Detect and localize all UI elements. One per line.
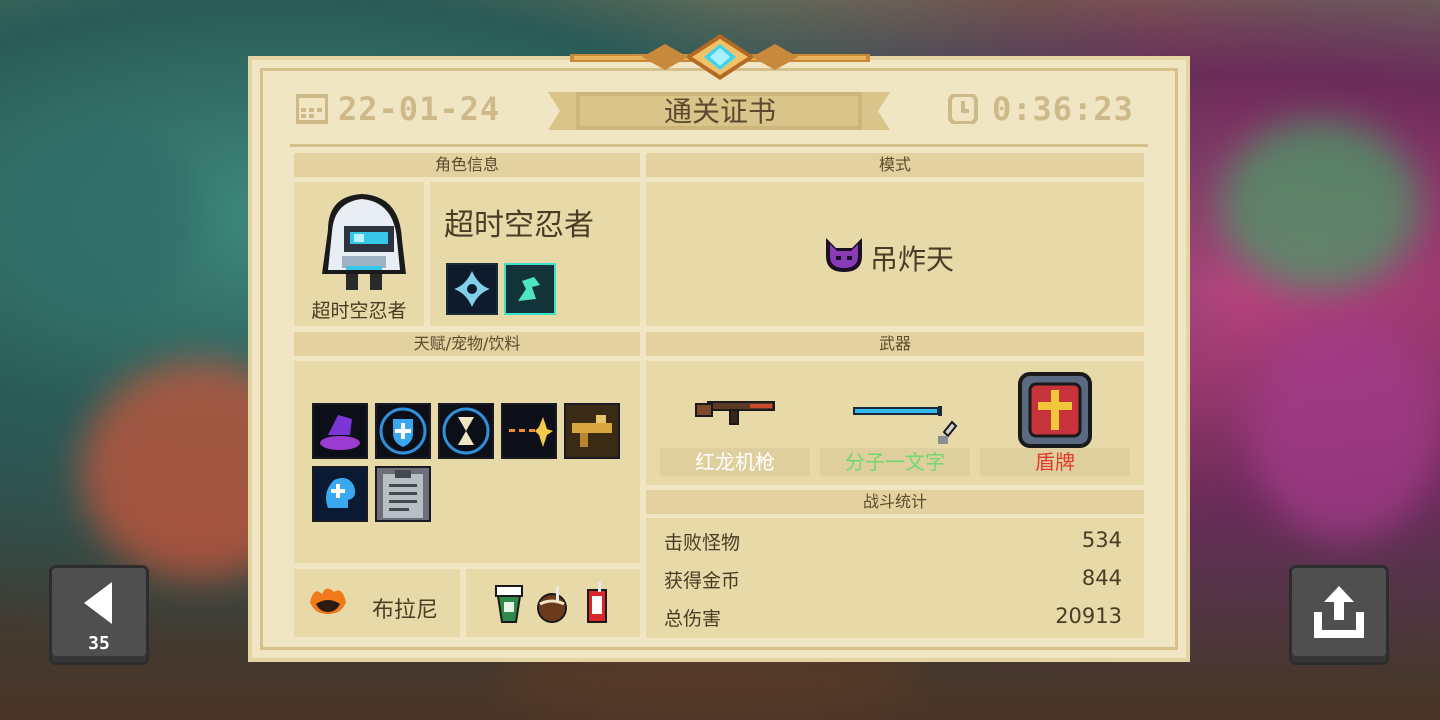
purple-hand-talent-icon — [312, 403, 368, 459]
weapon-label-2: 分子一文字 — [820, 448, 970, 476]
certificate-title: 通关证书 — [663, 95, 776, 128]
clear-date: 22-01-24 — [338, 90, 501, 128]
shield-icon — [1018, 372, 1092, 448]
flame-pet-icon — [310, 588, 346, 614]
coconut-drink-icon — [537, 586, 567, 623]
clear-time: 0:36:23 — [992, 90, 1134, 128]
stat-label-coins: 获得金币 — [664, 570, 741, 592]
horned-demon-icon — [826, 238, 862, 272]
stat-label-damage: 总伤害 — [664, 608, 722, 630]
share-button[interactable] — [1292, 568, 1386, 662]
stat-value-coins: 844 — [1081, 566, 1122, 590]
green-cup-drink-icon — [495, 585, 523, 623]
stat-value-damage: 20913 — [1055, 604, 1122, 628]
hourglass-talent-icon — [438, 403, 494, 459]
mode-name: 吊炸天 — [870, 243, 955, 276]
background-blob — [1250, 320, 1440, 540]
golden-gun-talent-icon — [564, 403, 620, 459]
section-weapons: 武器 — [646, 332, 1144, 356]
brain-talent-icon — [312, 466, 368, 522]
background-blob — [1220, 120, 1420, 290]
share-icon — [1314, 586, 1364, 638]
section-talents: 天赋/宠物/饮料 — [294, 332, 640, 356]
section-mode: 模式 — [646, 153, 1144, 177]
weapon-label-3: 盾牌 — [980, 448, 1130, 476]
back-countdown: 35 — [88, 633, 110, 654]
stat-value-kills: 534 — [1081, 528, 1122, 552]
shuriken-skill-icon — [446, 263, 498, 315]
header-divider — [290, 144, 1148, 147]
portrait-caption: 超时空忍者 — [311, 300, 407, 322]
calendar-icon — [296, 94, 328, 124]
talents-panel — [294, 361, 640, 563]
machine-gun-icon — [695, 401, 775, 425]
ninja-dash-skill-icon — [504, 263, 556, 315]
spark-bullet-talent-icon — [501, 403, 557, 459]
section-battle-stats: 战斗统计 — [646, 490, 1144, 514]
laser-katana-icon — [853, 406, 958, 444]
shield-talent-icon — [375, 403, 431, 459]
background-blob — [0, 120, 200, 320]
crest-ornament-icon — [570, 34, 870, 80]
back-button[interactable]: 35 — [52, 568, 146, 662]
stat-label-kills: 击败怪物 — [664, 532, 741, 554]
red-can-drink-icon — [587, 582, 607, 623]
section-character-info: 角色信息 — [294, 153, 640, 177]
clock-icon — [948, 94, 978, 124]
character-name: 超时空忍者 — [444, 208, 594, 243]
weapon-label-1: 红龙机枪 — [660, 448, 810, 476]
pet-name: 布拉尼 — [372, 598, 439, 623]
clipboard-talent-icon — [375, 466, 431, 522]
back-arrow-icon — [84, 582, 112, 624]
ninja-portrait-icon — [322, 194, 406, 290]
